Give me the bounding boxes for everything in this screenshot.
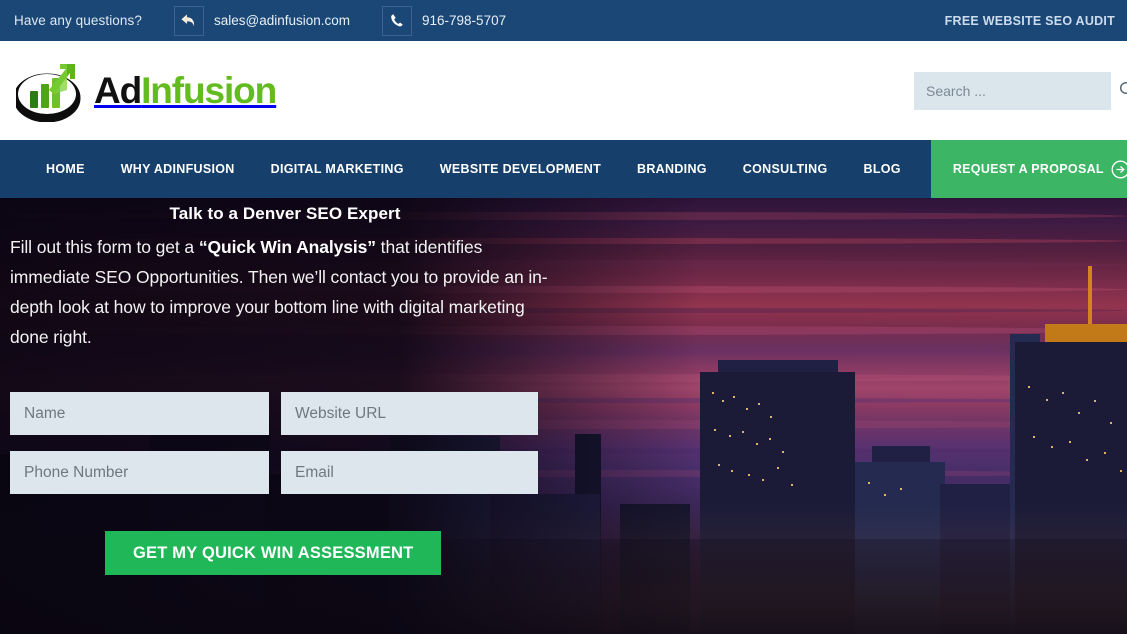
search-icon xyxy=(1119,81,1127,101)
form-row-1 xyxy=(10,392,560,435)
top-bar-right: FREE WEBSITE SEO AUDIT xyxy=(945,0,1115,41)
hero-section: Talk to a Denver SEO Expert Fill out thi… xyxy=(0,198,1127,634)
form-row-2 xyxy=(10,451,560,494)
hero-content: Talk to a Denver SEO Expert Fill out thi… xyxy=(0,198,570,575)
phone-icon xyxy=(382,6,412,36)
adinfusion-logo-icon xyxy=(16,60,84,122)
header-bar: AdInfusion xyxy=(0,41,1127,140)
nav-item-home[interactable]: HOME xyxy=(28,140,103,198)
nav-item-list: HOME WHY ADINFUSION DIGITAL MARKETING WE… xyxy=(0,140,1127,198)
quick-win-form: GET MY QUICK WIN ASSESSMENT xyxy=(10,392,560,575)
website-url-input[interactable] xyxy=(281,392,538,435)
main-navigation: HOME WHY ADINFUSION DIGITAL MARKETING WE… xyxy=(0,140,1127,198)
logo-text-infusion: Infusion xyxy=(141,70,276,111)
nav-item-branding[interactable]: BRANDING xyxy=(619,140,725,198)
reply-arrow-icon xyxy=(174,6,204,36)
name-input[interactable] xyxy=(10,392,269,435)
free-seo-audit-link[interactable]: FREE WEBSITE SEO AUDIT xyxy=(945,14,1115,28)
hero-description-emphasis: “Quick Win Analysis” xyxy=(199,237,376,257)
page-root: Have any questions? sales@adinfusion.com… xyxy=(0,0,1127,634)
request-a-proposal-button[interactable]: REQUEST A PROPOSAL xyxy=(931,140,1127,198)
logo-text-ad: Ad xyxy=(94,70,141,111)
hero-description-part1: Fill out this form to get a xyxy=(10,237,199,257)
questions-label: Have any questions? xyxy=(14,13,142,28)
email-input[interactable] xyxy=(281,451,538,494)
site-logo[interactable]: AdInfusion xyxy=(16,60,276,122)
nav-item-consulting[interactable]: CONSULTING xyxy=(725,140,846,198)
search-button[interactable] xyxy=(1119,72,1127,110)
top-utility-bar: Have any questions? sales@adinfusion.com… xyxy=(0,0,1127,41)
nav-item-digital-marketing[interactable]: DIGITAL MARKETING xyxy=(253,140,422,198)
circle-arrow-icon xyxy=(1111,160,1127,179)
email-link[interactable]: sales@adinfusion.com xyxy=(214,13,350,28)
search-input[interactable] xyxy=(914,72,1119,110)
phone-number-input[interactable] xyxy=(10,451,269,494)
submit-button[interactable]: GET MY QUICK WIN ASSESSMENT xyxy=(105,531,441,575)
phone-link[interactable]: 916-798-5707 xyxy=(422,13,506,28)
search-box[interactable] xyxy=(914,72,1111,110)
nav-item-website-development[interactable]: WEBSITE DEVELOPMENT xyxy=(422,140,619,198)
request-proposal-label: REQUEST A PROPOSAL xyxy=(953,162,1104,176)
hero-description: Fill out this form to get a “Quick Win A… xyxy=(10,232,560,352)
nav-item-why-adinfusion[interactable]: WHY ADINFUSION xyxy=(103,140,253,198)
logo-wordmark: AdInfusion xyxy=(94,72,276,109)
nav-item-blog[interactable]: BLOG xyxy=(846,140,919,198)
hero-title: Talk to a Denver SEO Expert xyxy=(10,198,560,224)
